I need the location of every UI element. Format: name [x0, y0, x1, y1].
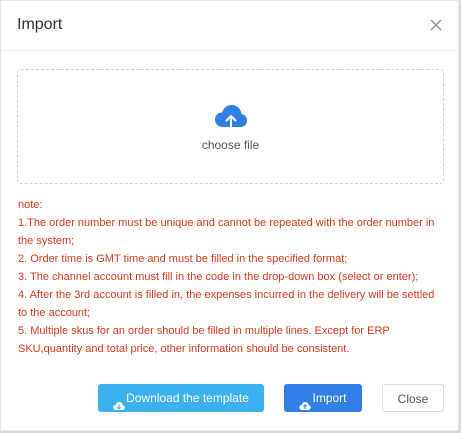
- note-line: 2. Order time is GMT time and must be fi…: [18, 253, 348, 265]
- note-line: 4. After the 3rd account is filled in, t…: [18, 289, 435, 319]
- dialog-title: Import: [17, 16, 63, 33]
- download-template-button[interactable]: Download the template: [98, 384, 264, 412]
- choose-file-label: choose file: [201, 138, 260, 152]
- note-line: 3. The channel account must fill in the …: [18, 271, 419, 283]
- note-line: note:: [18, 199, 43, 211]
- download-template-label: Download the template: [126, 391, 249, 405]
- close-icon[interactable]: [428, 17, 444, 33]
- import-notes: note: 1.The order number must be unique …: [18, 196, 438, 358]
- import-dialog: Import choose file note: 1.The order num…: [0, 0, 459, 431]
- import-button[interactable]: Import: [284, 384, 362, 412]
- close-button[interactable]: Close: [382, 384, 444, 412]
- note-line: 5. Multiple skus for an order should be …: [18, 325, 390, 355]
- dialog-footer: Download the template Import Close: [1, 384, 458, 414]
- cloud-upload-icon: [299, 393, 312, 410]
- cloud-upload-icon: [214, 104, 248, 132]
- import-label: Import: [312, 391, 347, 405]
- cloud-download-icon: [113, 393, 125, 410]
- dialog-header: Import: [1, 1, 458, 51]
- note-line: 1.The order number must be unique and ca…: [18, 217, 435, 247]
- file-upload-dropzone[interactable]: choose file: [17, 69, 444, 184]
